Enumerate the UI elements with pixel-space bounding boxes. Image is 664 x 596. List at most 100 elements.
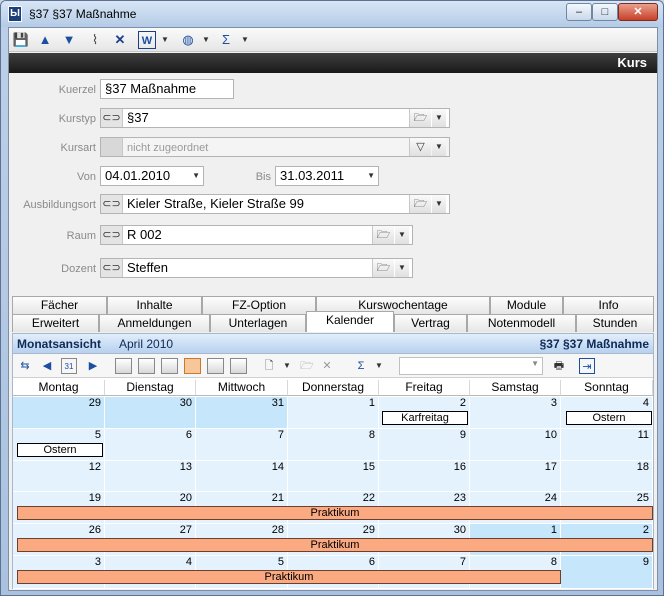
calendar-day-cell[interactable]: 7 [196, 429, 288, 461]
tab-anmeldungen[interactable]: Anmeldungen [99, 314, 210, 332]
paperclip-icon[interactable]: ⌇ [86, 31, 104, 49]
year-view-icon[interactable] [207, 358, 224, 374]
tab-fz-option[interactable]: FZ-Option [202, 296, 316, 314]
ausbildungsort-label: Ausbildungsort [23, 199, 96, 211]
event-holiday[interactable]: Ostern [17, 443, 103, 457]
raum-field[interactable]: ⊂⊃ R 002 🗁 ▼ [100, 225, 413, 245]
timeline-view-icon[interactable] [230, 358, 247, 374]
sum-dropdown-icon[interactable]: ▼ [241, 31, 251, 49]
folder-icon[interactable]: 🗁 [409, 195, 431, 213]
calendar-day-cell[interactable]: 31 [196, 397, 288, 429]
chevron-down-icon[interactable]: ▼ [395, 226, 409, 244]
sum-icon[interactable]: Σ [217, 31, 235, 49]
chevron-down-icon[interactable]: ▼ [531, 359, 539, 368]
print-icon[interactable]: 🖶 [551, 358, 567, 374]
ausbildungsort-field[interactable]: ⊂⊃ Kieler Straße, Kieler Straße 99 🗁 ▼ [100, 194, 450, 214]
calendar-day-cell[interactable]: 9 [379, 429, 470, 461]
calendar-day-cell[interactable]: 18 [561, 461, 653, 492]
help-icon[interactable]: ◍ [179, 31, 197, 49]
maximize-button[interactable]: □ [592, 3, 618, 21]
calendar-day-cell[interactable]: 10 [470, 429, 561, 461]
chevron-down-icon[interactable]: ▼ [432, 138, 446, 156]
empty-icon [101, 138, 123, 156]
title-bar[interactable]: Ы §37 §37 Maßnahme – □ ✕ [1, 1, 663, 27]
calendar-day-cell[interactable]: 6 [105, 429, 196, 461]
link-icon[interactable]: ⊂⊃ [101, 259, 123, 277]
calendar-day-cell[interactable]: 30 [105, 397, 196, 429]
dozent-field[interactable]: ⊂⊃ Steffen 🗁 ▼ [100, 258, 413, 278]
calendar-day-cell[interactable]: 29 [13, 397, 105, 429]
day-header: Samstag [470, 380, 561, 396]
tab-unterlagen[interactable]: Unterlagen [210, 314, 306, 332]
chevron-down-icon[interactable]: ▼ [395, 259, 409, 277]
arrow-down-icon[interactable]: ▼ [60, 31, 78, 49]
calendar-day-cell[interactable]: 16 [379, 461, 470, 492]
calendar-day-cell[interactable]: 13 [105, 461, 196, 492]
calendar-day-cell[interactable]: 15 [288, 461, 379, 492]
event-praktikum[interactable]: Praktikum [17, 538, 653, 552]
sum-icon[interactable]: Σ [353, 358, 369, 374]
filter-icon[interactable]: ▽ [409, 138, 431, 156]
link-icon[interactable]: ⊂⊃ [101, 195, 123, 213]
word-dropdown-icon[interactable]: ▼ [161, 31, 171, 49]
event-praktikum[interactable]: Praktikum [17, 570, 561, 584]
arrow-up-icon[interactable]: ▲ [36, 31, 54, 49]
window-title: §37 §37 Maßnahme [29, 7, 137, 21]
tab-stunden[interactable]: Stunden [576, 314, 654, 332]
calendar-day-cell[interactable]: 17 [470, 461, 561, 492]
export-icon[interactable]: ⇥ [579, 358, 595, 374]
von-field[interactable]: 04.01.2010 ▼ [100, 166, 204, 186]
minimize-button[interactable]: – [566, 3, 592, 21]
chevron-down-icon[interactable]: ▼ [432, 109, 446, 127]
kuerzel-field[interactable]: §37 Maßnahme [100, 79, 234, 99]
folder-icon[interactable]: 🗁 [372, 259, 394, 277]
prev-icon[interactable]: ◀ [39, 358, 55, 374]
week-view-icon[interactable] [161, 358, 178, 374]
save-icon[interactable]: 💾 [12, 31, 30, 49]
tab-info[interactable]: Info [563, 296, 654, 314]
word-icon[interactable]: W [138, 31, 156, 49]
help-dropdown-icon[interactable]: ▼ [202, 31, 212, 49]
workweek-view-icon[interactable] [138, 358, 155, 374]
calendar-day-cell[interactable]: 1 [288, 397, 379, 429]
link-icon[interactable]: ⊂⊃ [101, 109, 123, 127]
calendar-today-icon[interactable]: 31 [61, 358, 77, 374]
link-icon[interactable]: ⊂⊃ [101, 226, 123, 244]
bis-field[interactable]: 31.03.2011 ▼ [275, 166, 379, 186]
tab-kalender[interactable]: Kalender [306, 311, 394, 332]
sum-dropdown-icon[interactable]: ▼ [371, 358, 387, 374]
calendar-day-cell[interactable]: 9 [561, 556, 653, 589]
folder-icon[interactable]: 🗁 [372, 226, 394, 244]
day-view-icon[interactable] [115, 358, 132, 374]
app-icon[interactable]: Ы [8, 6, 22, 22]
calendar-filter-select[interactable]: ▼ [399, 357, 543, 375]
close-button[interactable]: ✕ [618, 3, 658, 21]
folder-icon[interactable]: 🗁 [409, 109, 431, 127]
tab-notenmodell[interactable]: Notenmodell [467, 314, 576, 332]
tab-vertrag[interactable]: Vertrag [394, 314, 467, 332]
refresh-icon[interactable]: ⇆ [17, 358, 33, 374]
tab-faecher[interactable]: Fächer [12, 296, 107, 314]
event-praktikum[interactable]: Praktikum [17, 506, 653, 520]
next-icon[interactable]: ▶ [85, 358, 101, 374]
event-holiday[interactable]: Ostern [566, 411, 652, 425]
kursart-field[interactable]: nicht zugeordnet ▽ ▼ [100, 137, 450, 157]
tab-module[interactable]: Module [490, 296, 563, 314]
date-dropdown-icon[interactable]: ▼ [192, 167, 200, 185]
month-view-icon[interactable] [184, 358, 201, 374]
delete-icon[interactable]: ✕ [111, 31, 129, 49]
calendar-day-cell[interactable]: 14 [196, 461, 288, 492]
event-holiday[interactable]: Karfreitag [382, 411, 468, 425]
new-page-icon[interactable]: 🗋 [261, 358, 277, 374]
calendar-day-cell[interactable]: 12 [13, 461, 105, 492]
calendar-day-cell[interactable]: 3 [470, 397, 561, 429]
calendar-day-cell[interactable]: 8 [288, 429, 379, 461]
kurstyp-field[interactable]: ⊂⊃ §37 🗁 ▼ [100, 108, 450, 128]
calendar-day-cell[interactable]: 11 [561, 429, 653, 461]
chevron-down-icon[interactable]: ▼ [432, 195, 446, 213]
raum-value: R 002 [127, 227, 162, 242]
new-dropdown-icon[interactable]: ▼ [279, 358, 295, 374]
tab-inhalte[interactable]: Inhalte [107, 296, 202, 314]
tab-erweitert[interactable]: Erweitert [12, 314, 99, 332]
date-dropdown-icon[interactable]: ▼ [367, 167, 375, 185]
